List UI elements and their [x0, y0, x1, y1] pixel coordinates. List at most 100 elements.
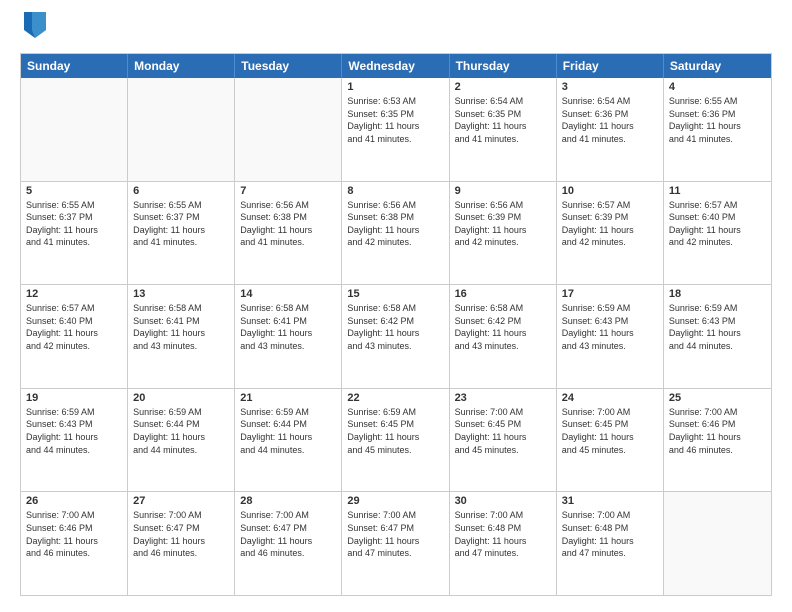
calendar-cell [21, 78, 128, 181]
cell-info: Sunrise: 7:00 AM Sunset: 6:45 PM Dayligh… [455, 406, 551, 456]
header [20, 16, 772, 43]
calendar-header-cell: Sunday [21, 54, 128, 78]
calendar-cell: 11Sunrise: 6:57 AM Sunset: 6:40 PM Dayli… [664, 182, 771, 285]
day-number: 17 [562, 288, 658, 300]
calendar-cell: 13 Sunrise: 6:58 AM Sunset: 6:41 PM Dayli… [128, 285, 235, 388]
day-number: 18 [669, 288, 766, 300]
day-number: 15 [347, 288, 443, 300]
calendar-cell: 9Sunrise: 6:56 AM Sunset: 6:39 PM Daylig… [450, 182, 557, 285]
day-number: 27 [133, 495, 229, 507]
day-number: 30 [455, 495, 551, 507]
day-number: 19 [26, 392, 122, 404]
calendar-cell: 18 Sunrise: 6:59 AM Sunset: 6:43 PM Dayli… [664, 285, 771, 388]
day-number: 28 [240, 495, 336, 507]
cell-info: Sunrise: 6:56 AM Sunset: 6:38 PM Dayligh… [347, 199, 443, 249]
calendar-cell [128, 78, 235, 181]
calendar-cell: 26 Sunrise: 7:00 AM Sunset: 6:46 PM Dayli… [21, 492, 128, 595]
calendar-cell: 17 Sunrise: 6:59 AM Sunset: 6:43 PM Dayli… [557, 285, 664, 388]
day-number: 24 [562, 392, 658, 404]
cell-info: Sunrise: 6:59 AM Sunset: 6:43 PM Dayligh… [669, 302, 766, 352]
cell-info: Sunrise: 7:00 AM Sunset: 6:47 PM Dayligh… [347, 509, 443, 559]
cell-info: Sunrise: 7:00 AM Sunset: 6:47 PM Dayligh… [133, 509, 229, 559]
cell-info: Sunrise: 6:59 AM Sunset: 6:43 PM Dayligh… [562, 302, 658, 352]
calendar-header-cell: Tuesday [235, 54, 342, 78]
calendar-cell [235, 78, 342, 181]
cell-info: Sunrise: 7:00 AM Sunset: 6:45 PM Dayligh… [562, 406, 658, 456]
cell-info: Sunrise: 7:00 AM Sunset: 6:48 PM Dayligh… [562, 509, 658, 559]
logo-icon [24, 12, 46, 43]
calendar-week-row: 1 Sunrise: 6:53 AM Sunset: 6:35 PM Daylig… [21, 78, 771, 181]
calendar-cell: 14 Sunrise: 6:58 AM Sunset: 6:41 PM Dayli… [235, 285, 342, 388]
calendar-cell: 22 Sunrise: 6:59 AM Sunset: 6:45 PM Dayli… [342, 389, 449, 492]
calendar-cell: 4 Sunrise: 6:55 AM Sunset: 6:36 PM Daylig… [664, 78, 771, 181]
day-number: 4 [669, 81, 766, 93]
calendar-header-row: SundayMondayTuesdayWednesdayThursdayFrid… [21, 54, 771, 78]
cell-info: Sunrise: 6:54 AM Sunset: 6:36 PM Dayligh… [562, 95, 658, 145]
cell-info: Sunrise: 6:59 AM Sunset: 6:44 PM Dayligh… [240, 406, 336, 456]
calendar-cell: 10 Sunrise: 6:57 AM Sunset: 6:39 PM Dayli… [557, 182, 664, 285]
cell-info: Sunrise: 6:58 AM Sunset: 6:42 PM Dayligh… [347, 302, 443, 352]
calendar-cell: 21 Sunrise: 6:59 AM Sunset: 6:44 PM Dayli… [235, 389, 342, 492]
day-number: 3 [562, 81, 658, 93]
day-number: 20 [133, 392, 229, 404]
cell-info: Sunrise: 6:59 AM Sunset: 6:43 PM Dayligh… [26, 406, 122, 456]
day-number: 9 [455, 185, 551, 197]
cell-info: Sunrise: 6:54 AM Sunset: 6:35 PM Dayligh… [455, 95, 551, 145]
day-number: 2 [455, 81, 551, 93]
cell-info: Sunrise: 6:58 AM Sunset: 6:41 PM Dayligh… [240, 302, 336, 352]
cell-info: Sunrise: 6:55 AM Sunset: 6:37 PM Dayligh… [26, 199, 122, 249]
cell-info: Sunrise: 7:00 AM Sunset: 6:46 PM Dayligh… [669, 406, 766, 456]
day-number: 25 [669, 392, 766, 404]
day-number: 8 [347, 185, 443, 197]
calendar-cell [664, 492, 771, 595]
day-number: 1 [347, 81, 443, 93]
day-number: 21 [240, 392, 336, 404]
cell-info: Sunrise: 6:56 AM Sunset: 6:38 PM Dayligh… [240, 199, 336, 249]
calendar: SundayMondayTuesdayWednesdayThursdayFrid… [20, 53, 772, 596]
day-number: 26 [26, 495, 122, 507]
calendar-week-row: 26 Sunrise: 7:00 AM Sunset: 6:46 PM Dayli… [21, 491, 771, 595]
cell-info: Sunrise: 7:00 AM Sunset: 6:46 PM Dayligh… [26, 509, 122, 559]
calendar-cell: 31 Sunrise: 7:00 AM Sunset: 6:48 PM Dayli… [557, 492, 664, 595]
calendar-header-cell: Thursday [450, 54, 557, 78]
calendar-week-row: 12Sunrise: 6:57 AM Sunset: 6:40 PM Dayli… [21, 284, 771, 388]
cell-info: Sunrise: 6:55 AM Sunset: 6:37 PM Dayligh… [133, 199, 229, 249]
calendar-cell: 29 Sunrise: 7:00 AM Sunset: 6:47 PM Dayli… [342, 492, 449, 595]
cell-info: Sunrise: 6:55 AM Sunset: 6:36 PM Dayligh… [669, 95, 766, 145]
cell-info: Sunrise: 6:59 AM Sunset: 6:45 PM Dayligh… [347, 406, 443, 456]
cell-info: Sunrise: 6:57 AM Sunset: 6:39 PM Dayligh… [562, 199, 658, 249]
day-number: 14 [240, 288, 336, 300]
calendar-week-row: 19 Sunrise: 6:59 AM Sunset: 6:43 PM Dayli… [21, 388, 771, 492]
cell-info: Sunrise: 6:53 AM Sunset: 6:35 PM Dayligh… [347, 95, 443, 145]
day-number: 6 [133, 185, 229, 197]
day-number: 22 [347, 392, 443, 404]
page: SundayMondayTuesdayWednesdayThursdayFrid… [0, 0, 792, 612]
day-number: 16 [455, 288, 551, 300]
day-number: 12 [26, 288, 122, 300]
calendar-cell: 24 Sunrise: 7:00 AM Sunset: 6:45 PM Dayli… [557, 389, 664, 492]
calendar-header-cell: Wednesday [342, 54, 449, 78]
calendar-cell: 7 Sunrise: 6:56 AM Sunset: 6:38 PM Daylig… [235, 182, 342, 285]
calendar-header-cell: Monday [128, 54, 235, 78]
day-number: 11 [669, 185, 766, 197]
day-number: 13 [133, 288, 229, 300]
day-number: 31 [562, 495, 658, 507]
calendar-cell: 5Sunrise: 6:55 AM Sunset: 6:37 PM Daylig… [21, 182, 128, 285]
calendar-cell: 20 Sunrise: 6:59 AM Sunset: 6:44 PM Dayli… [128, 389, 235, 492]
cell-info: Sunrise: 6:59 AM Sunset: 6:44 PM Dayligh… [133, 406, 229, 456]
day-number: 10 [562, 185, 658, 197]
logo [20, 16, 46, 43]
calendar-header-cell: Saturday [664, 54, 771, 78]
calendar-cell: 19 Sunrise: 6:59 AM Sunset: 6:43 PM Dayli… [21, 389, 128, 492]
cell-info: Sunrise: 6:58 AM Sunset: 6:41 PM Dayligh… [133, 302, 229, 352]
calendar-cell: 23 Sunrise: 7:00 AM Sunset: 6:45 PM Dayli… [450, 389, 557, 492]
cell-info: Sunrise: 7:00 AM Sunset: 6:47 PM Dayligh… [240, 509, 336, 559]
calendar-cell: 12Sunrise: 6:57 AM Sunset: 6:40 PM Dayli… [21, 285, 128, 388]
calendar-cell: 16Sunrise: 6:58 AM Sunset: 6:42 PM Dayli… [450, 285, 557, 388]
day-number: 7 [240, 185, 336, 197]
calendar-cell: 1 Sunrise: 6:53 AM Sunset: 6:35 PM Daylig… [342, 78, 449, 181]
calendar-body: 1 Sunrise: 6:53 AM Sunset: 6:35 PM Daylig… [21, 78, 771, 595]
day-number: 29 [347, 495, 443, 507]
calendar-cell: 28 Sunrise: 7:00 AM Sunset: 6:47 PM Dayli… [235, 492, 342, 595]
day-number: 23 [455, 392, 551, 404]
